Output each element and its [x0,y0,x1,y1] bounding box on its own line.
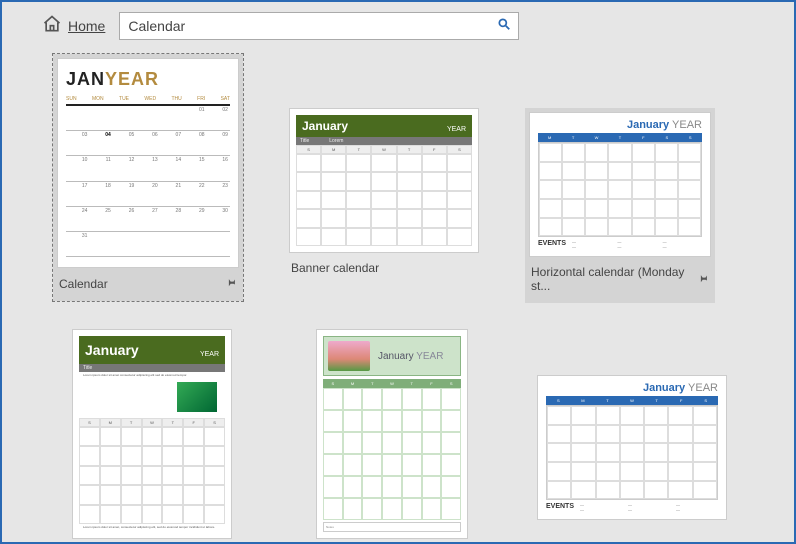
template-tile-banner-calendar[interactable]: JanuaryYEAR TitleLorem SMTWTFS Banner ca… [289,108,479,281]
search-box[interactable] [119,12,519,40]
template-tile-calendar[interactable]: JANYEAR SUNMONTUEWEDTHUFRISAT 0102 03040… [53,54,243,301]
template-thumbnail: JanuaryYEAR TitleLorem SMTWTFS [289,108,479,253]
home-icon [42,14,62,39]
template-tile-banner-portrait[interactable]: JanuaryYEAR Title Lorem ipsum dolor sit … [57,329,247,539]
template-tile-family-calendar[interactable]: January YEAR SMTWTFS Notes [297,329,487,539]
template-label: Banner calendar [291,261,379,275]
pin-icon[interactable] [225,276,237,291]
search-input[interactable] [120,18,490,34]
pin-icon[interactable] [697,272,709,287]
home-link[interactable]: Home [42,14,105,39]
topbar: Home [2,2,794,48]
template-label: Calendar [59,277,108,291]
home-label: Home [68,18,105,34]
template-gallery: JANYEAR SUNMONTUEWEDTHUFRISAT 0102 03040… [2,48,794,539]
template-thumbnail: JANYEAR SUNMONTUEWEDTHUFRISAT 0102 03040… [57,58,239,268]
template-tile-horizontal-calendar-2[interactable]: January YEAR SMTWTFS EVENTS—————— [537,375,727,520]
template-thumbnail: January YEAR SMTWTFS Notes [316,329,468,539]
search-icon [497,17,511,36]
search-button[interactable] [490,13,518,39]
template-label: Horizontal calendar (Monday st... [531,265,697,293]
template-thumbnail: January YEAR SMTWTFS EVENTS—————— [537,375,727,520]
template-tile-horizontal-calendar[interactable]: January YEAR MTWTFSS EVENTS—————— Horizo… [525,108,715,303]
template-thumbnail: JanuaryYEAR Title Lorem ipsum dolor sit … [72,329,232,539]
template-thumbnail: January YEAR MTWTFSS EVENTS—————— [529,112,711,257]
template-gallery-panel: Home JANYEAR SUNMONTUEWEDTHUFRI [0,0,796,544]
